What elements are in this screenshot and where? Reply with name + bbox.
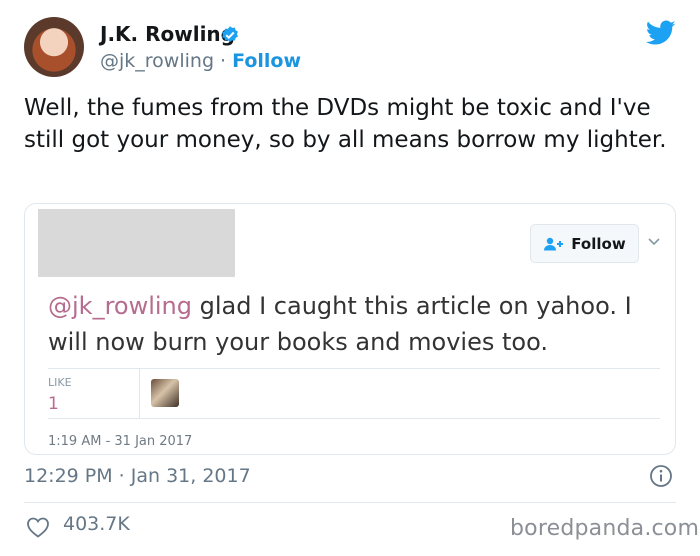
- watermark: boredpanda.com: [510, 516, 700, 541]
- chevron-down-icon[interactable]: [647, 237, 661, 247]
- like-total[interactable]: 403.7K: [63, 513, 130, 535]
- heart-icon[interactable]: [26, 516, 50, 538]
- author-handle-row: @jk_rowling · Follow: [100, 50, 301, 72]
- quoted-follow-button[interactable]: Follow: [530, 224, 639, 263]
- divider: [48, 418, 660, 419]
- verified-badge-icon: [222, 26, 238, 42]
- tweet-timestamp[interactable]: 12:29 PM · Jan 31, 2017: [24, 465, 251, 487]
- twitter-bird-icon[interactable]: [646, 20, 676, 46]
- mention-link[interactable]: @jk_rowling: [48, 292, 192, 320]
- author-handle[interactable]: @jk_rowling: [100, 50, 214, 72]
- quoted-tweet-date[interactable]: 1:19 AM - 31 Jan 2017: [48, 434, 192, 449]
- like-count[interactable]: 1: [48, 394, 59, 414]
- quoted-tweet-card[interactable]: Follow @jk_rowling glad I caught this ar…: [24, 203, 676, 455]
- divider: [139, 368, 140, 418]
- liker-avatar[interactable]: [151, 379, 179, 407]
- handle-separator: ·: [214, 50, 233, 72]
- like-label: LIKE: [48, 376, 72, 389]
- redacted-author-block: [38, 209, 235, 277]
- quoted-follow-label: Follow: [571, 234, 626, 253]
- quoted-tweet-text: @jk_rowling glad I caught this article o…: [48, 288, 658, 360]
- tweet-text: Well, the fumes from the DVDs might be t…: [24, 95, 667, 153]
- info-icon[interactable]: [649, 464, 673, 488]
- add-user-icon: [544, 237, 564, 250]
- author-name[interactable]: J.K. Rowling: [100, 22, 235, 46]
- follow-button[interactable]: Follow: [232, 50, 301, 72]
- divider: [24, 502, 676, 503]
- author-avatar[interactable]: [24, 17, 84, 77]
